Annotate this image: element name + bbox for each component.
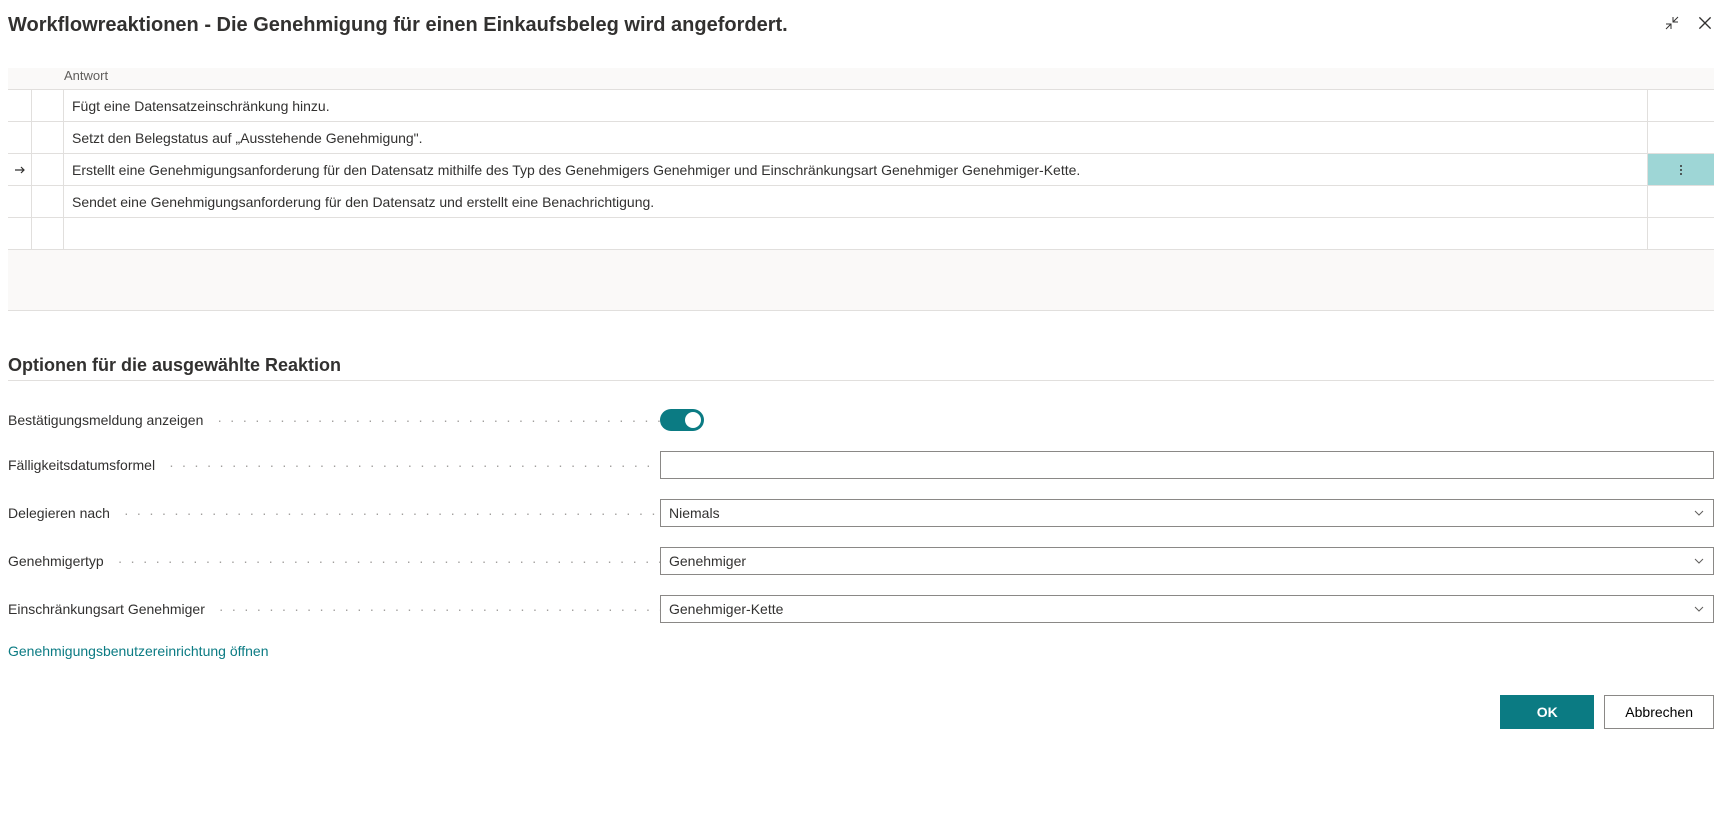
antwort-cell[interactable]: Sendet eine Genehmigungsanforderung für … bbox=[64, 186, 1648, 217]
arrow-right-icon bbox=[12, 162, 28, 178]
row-indicator bbox=[8, 218, 32, 249]
table-row[interactable] bbox=[8, 218, 1714, 250]
table-row[interactable]: Fügt eine Datensatzeinschränkung hinzu. bbox=[8, 90, 1714, 122]
antwort-cell[interactable]: Erstellt eine Genehmigungsanforderung fü… bbox=[64, 154, 1648, 185]
table-row[interactable]: Setzt den Belegstatus auf „Ausstehende G… bbox=[8, 122, 1714, 154]
antwort-cell[interactable]: Fügt eine Datensatzeinschränkung hinzu. bbox=[64, 90, 1648, 121]
table-row[interactable]: Erstellt eine Genehmigungsanforderung fü… bbox=[8, 154, 1714, 186]
more-vertical-icon[interactable] bbox=[1674, 163, 1688, 177]
confirm-toggle[interactable] bbox=[660, 409, 704, 431]
options-heading: Optionen für die ausgewählte Reaktion bbox=[8, 355, 1714, 381]
reactions-table: Antwort Fügt eine Datensatzeinschränkung… bbox=[8, 68, 1714, 311]
antwort-cell[interactable] bbox=[64, 218, 1648, 249]
row-actions bbox=[1648, 122, 1714, 153]
delegate-select[interactable]: Niemals bbox=[660, 499, 1714, 527]
approver-type-label: Genehmigertyp bbox=[8, 553, 660, 569]
duedate-input[interactable] bbox=[660, 451, 1714, 479]
row-indicator bbox=[8, 154, 32, 185]
column-header-antwort[interactable]: Antwort bbox=[64, 68, 1714, 83]
row-actions bbox=[1648, 90, 1714, 121]
page-title: Workflowreaktionen - Die Genehmigung für… bbox=[8, 12, 788, 38]
row-indicator bbox=[8, 186, 32, 217]
row-indicator bbox=[8, 90, 32, 121]
row-actions bbox=[1648, 186, 1714, 217]
row-indicator bbox=[8, 122, 32, 153]
row-actions bbox=[1648, 218, 1714, 249]
cancel-button[interactable]: Abbrechen bbox=[1604, 695, 1714, 729]
approver-type-select[interactable]: Genehmiger bbox=[660, 547, 1714, 575]
collapse-icon[interactable] bbox=[1664, 15, 1680, 31]
ok-button[interactable]: OK bbox=[1500, 695, 1594, 729]
approval-user-setup-link[interactable]: Genehmigungsbenutzereinrichtung öffnen bbox=[8, 643, 268, 659]
limit-type-select[interactable]: Genehmiger-Kette bbox=[660, 595, 1714, 623]
confirm-label: Bestätigungsmeldung anzeigen bbox=[8, 412, 660, 428]
antwort-cell[interactable]: Setzt den Belegstatus auf „Ausstehende G… bbox=[64, 122, 1648, 153]
row-actions[interactable] bbox=[1648, 154, 1714, 185]
close-icon[interactable] bbox=[1696, 14, 1714, 32]
limit-type-label: Einschränkungsart Genehmiger bbox=[8, 601, 660, 617]
delegate-label: Delegieren nach bbox=[8, 505, 660, 521]
table-row[interactable]: Sendet eine Genehmigungsanforderung für … bbox=[8, 186, 1714, 218]
duedate-label: Fälligkeitsdatumsformel bbox=[8, 457, 660, 473]
